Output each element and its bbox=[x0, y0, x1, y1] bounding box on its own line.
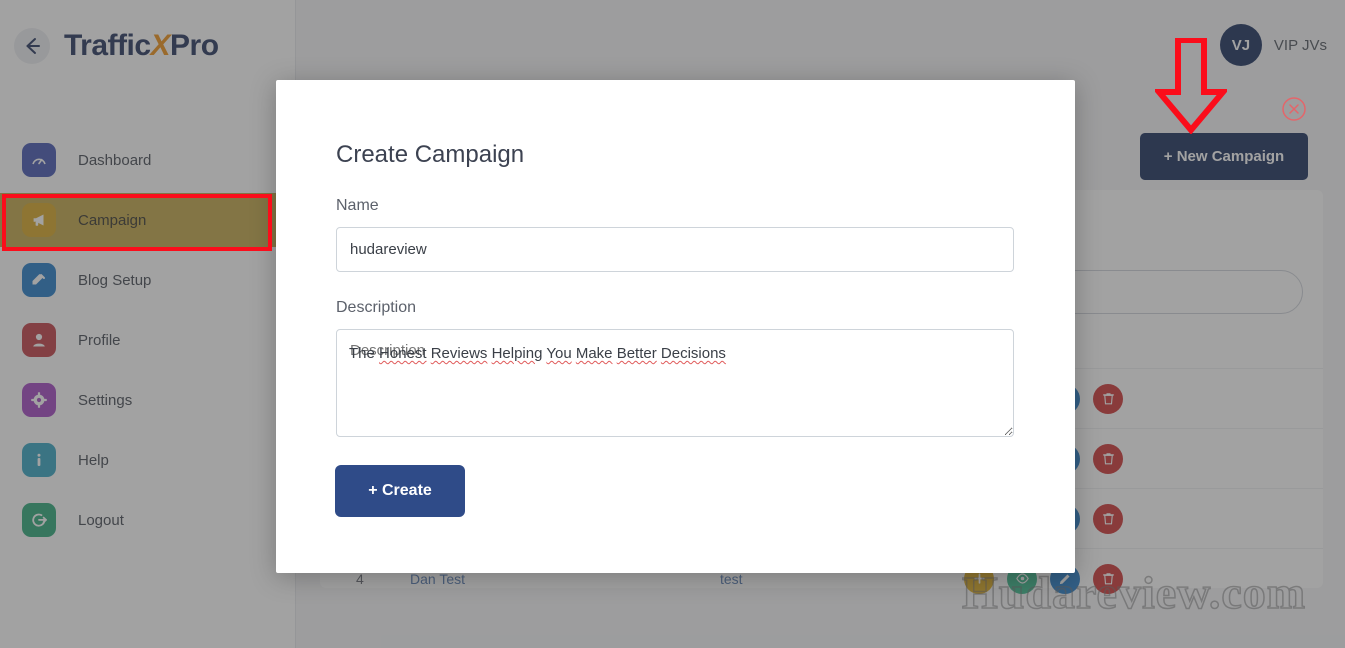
app-root: TrafficXPro Dashboard Campaign Blog Setu… bbox=[0, 0, 1345, 648]
description-field-label: Description bbox=[336, 299, 417, 316]
close-icon[interactable] bbox=[1281, 96, 1307, 122]
modal-title: Create Campaign bbox=[336, 141, 525, 168]
name-input[interactable] bbox=[336, 227, 1014, 272]
name-field-label: Name bbox=[336, 197, 379, 214]
create-button[interactable]: + Create bbox=[335, 465, 465, 517]
description-textarea[interactable] bbox=[336, 329, 1014, 437]
